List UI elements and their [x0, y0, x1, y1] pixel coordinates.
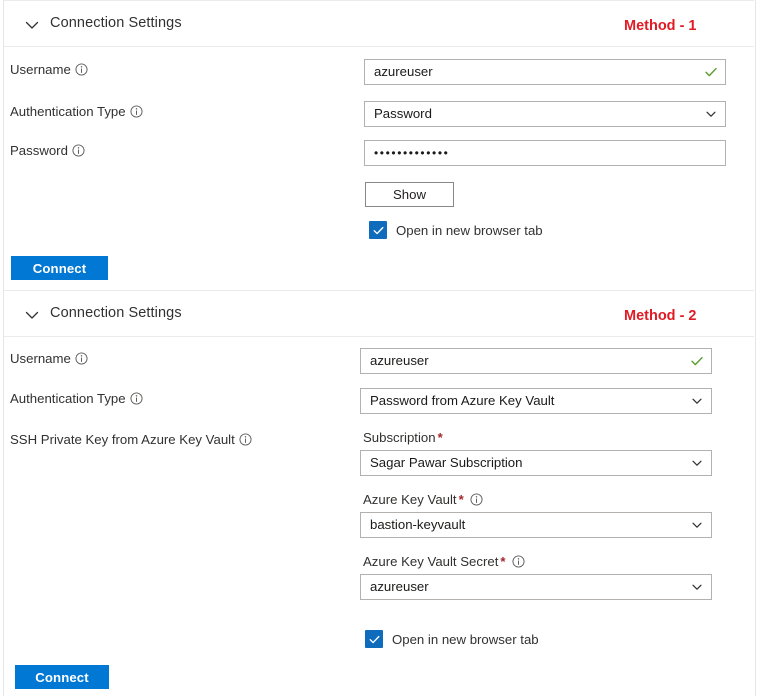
authentication-type-dropdown[interactable]: Password — [364, 101, 726, 127]
subscription-dropdown[interactable]: Sagar Pawar Subscription — [360, 450, 712, 476]
checkbox-box[interactable] — [369, 221, 387, 239]
info-icon[interactable] — [130, 105, 143, 122]
ssh-private-key-label: SSH Private Key from Azure Key Vault — [10, 431, 252, 450]
required-asterisk: * — [500, 554, 506, 569]
connection-settings-page: Connection Settings Method - 1 Username … — [0, 0, 766, 696]
username-label-text: Username — [10, 62, 71, 77]
authentication-type-dropdown[interactable]: Password from Azure Key Vault — [360, 388, 712, 414]
username-value: azureuser — [374, 64, 433, 79]
chevron-down-icon — [690, 451, 704, 475]
info-icon[interactable] — [470, 493, 483, 510]
authentication-type-value: Password from Azure Key Vault — [370, 393, 555, 408]
open-in-new-browser-tab-label: Open in new browser tab — [392, 631, 539, 647]
username-input[interactable]: azureuser — [360, 348, 712, 374]
subscription-value: Sagar Pawar Subscription — [370, 455, 523, 470]
username-label-text: Username — [10, 351, 71, 366]
connection-settings-section-method-2: Connection Settings Method - 2 Username … — [4, 290, 754, 689]
chevron-down-icon — [690, 389, 704, 413]
checkbox-box[interactable] — [365, 630, 383, 648]
info-icon[interactable] — [75, 352, 88, 369]
blade-right-border — [755, 0, 756, 696]
azure-key-vault-label-text: Azure Key Vault — [363, 492, 457, 507]
azure-key-vault-secret-label-text: Azure Key Vault Secret — [363, 554, 499, 569]
subscription-label: Subscription * — [363, 429, 443, 446]
section-title: Connection Settings — [50, 15, 182, 31]
method-tag-label: Method - 1 — [624, 18, 697, 34]
chevron-down-icon[interactable] — [22, 15, 42, 35]
azure-key-vault-dropdown[interactable]: bastion-keyvault — [360, 512, 712, 538]
check-icon — [373, 226, 383, 234]
chevron-down-icon[interactable] — [22, 305, 42, 325]
password-label: Password — [10, 142, 85, 161]
authentication-type-label: Authentication Type — [10, 103, 143, 122]
azure-key-vault-secret-dropdown[interactable]: azureuser — [360, 574, 712, 600]
open-in-new-browser-tab-label: Open in new browser tab — [396, 222, 543, 238]
info-icon[interactable] — [130, 392, 143, 409]
section-header-method-2[interactable]: Connection Settings Method - 2 — [4, 290, 754, 337]
show-password-button[interactable]: Show — [365, 182, 454, 207]
required-asterisk: * — [458, 492, 464, 507]
connect-button[interactable]: Connect — [15, 665, 109, 689]
section-header-method-1[interactable]: Connection Settings Method - 1 — [4, 0, 754, 47]
azure-key-vault-secret-label: Azure Key Vault Secret * — [363, 553, 525, 572]
authentication-type-label-text: Authentication Type — [10, 391, 126, 406]
check-icon — [369, 635, 379, 643]
connect-button[interactable]: Connect — [11, 256, 108, 280]
info-icon[interactable] — [72, 144, 85, 161]
chevron-down-icon — [704, 102, 718, 126]
connection-settings-section-method-1: Connection Settings Method - 1 Username … — [4, 0, 754, 280]
ssh-private-key-label-text: SSH Private Key from Azure Key Vault — [10, 432, 235, 447]
open-in-new-browser-tab-checkbox[interactable]: Open in new browser tab — [365, 630, 539, 648]
username-value: azureuser — [370, 353, 429, 368]
check-icon — [704, 60, 718, 84]
required-asterisk: * — [437, 430, 443, 445]
password-label-text: Password — [10, 143, 68, 158]
info-icon[interactable] — [239, 433, 252, 450]
authentication-type-value: Password — [374, 106, 432, 121]
username-label: Username — [10, 350, 88, 369]
info-icon[interactable] — [75, 63, 88, 80]
subscription-label-text: Subscription — [363, 430, 436, 445]
password-value: ••••••••••••• — [374, 146, 450, 160]
password-input[interactable]: ••••••••••••• — [364, 140, 726, 166]
username-input[interactable]: azureuser — [364, 59, 726, 85]
section-title: Connection Settings — [50, 305, 182, 321]
chevron-down-icon — [690, 575, 704, 599]
chevron-down-icon — [690, 513, 704, 537]
method-tag-label: Method - 2 — [624, 308, 697, 324]
authentication-type-label-text: Authentication Type — [10, 104, 126, 119]
authentication-type-label: Authentication Type — [10, 390, 143, 409]
blade-left-border — [3, 0, 4, 696]
azure-key-vault-label: Azure Key Vault * — [363, 491, 483, 510]
azure-key-vault-secret-value: azureuser — [370, 579, 429, 594]
info-icon[interactable] — [511, 555, 525, 572]
open-in-new-browser-tab-checkbox[interactable]: Open in new browser tab — [369, 221, 543, 239]
username-label: Username — [10, 61, 88, 80]
check-icon — [690, 349, 704, 373]
azure-key-vault-value: bastion-keyvault — [370, 517, 466, 532]
